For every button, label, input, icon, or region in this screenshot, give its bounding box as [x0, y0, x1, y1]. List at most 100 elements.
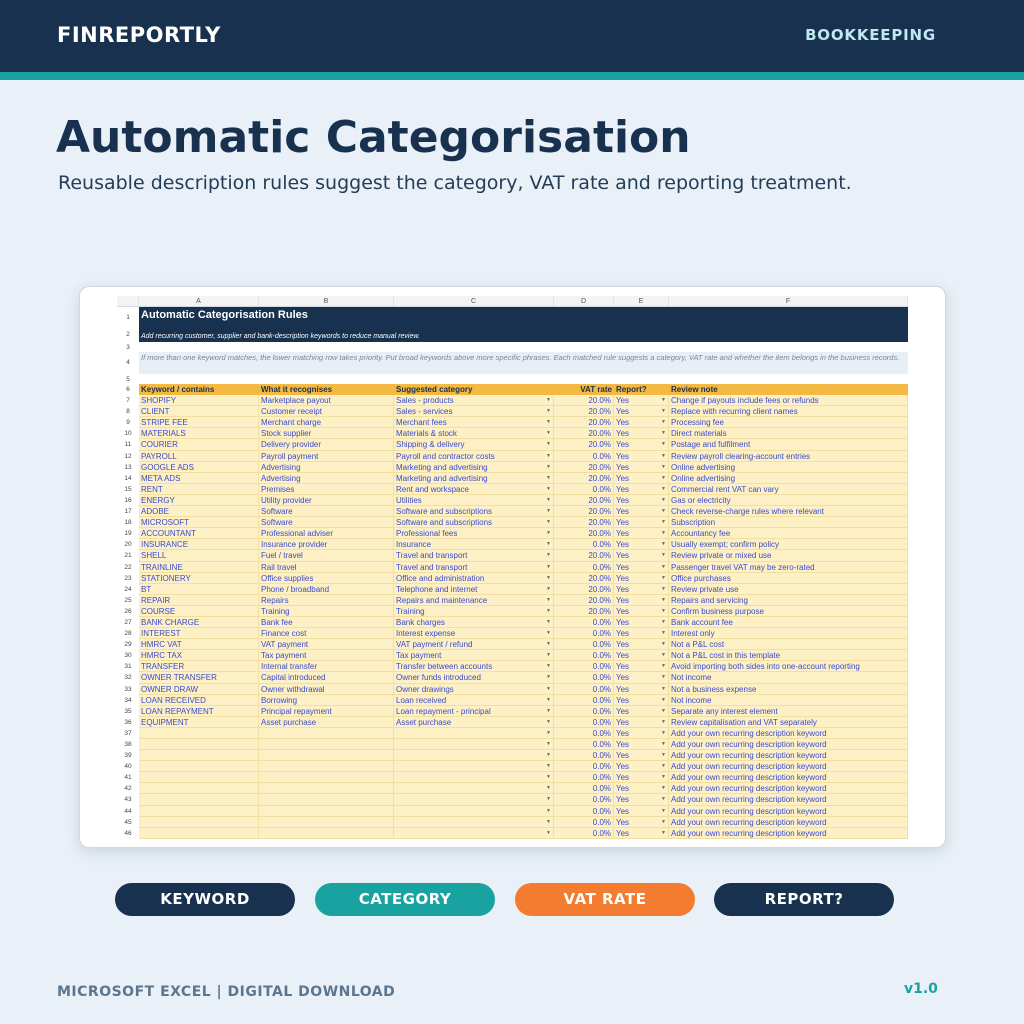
column-header-b[interactable]: B: [259, 296, 394, 306]
keyword-cell[interactable]: [139, 816, 259, 828]
recognises-cell[interactable]: Office supplies: [259, 572, 394, 584]
row-number[interactable]: 18: [117, 517, 139, 529]
review-note-cell[interactable]: Usually exempt; confirm policy: [669, 539, 908, 551]
report-cell[interactable]: Yes: [614, 761, 669, 773]
vat-rate-cell[interactable]: 20.0%: [554, 550, 614, 562]
recognises-cell[interactable]: [259, 805, 394, 817]
vat-rate-cell[interactable]: 0.0%: [554, 716, 614, 728]
keyword-cell[interactable]: BANK CHARGE: [139, 616, 259, 629]
row-number[interactable]: 12: [117, 450, 139, 462]
keyword-cell[interactable]: [139, 739, 259, 751]
row-number[interactable]: 37: [117, 727, 139, 739]
row-number[interactable]: 16: [117, 494, 139, 507]
report-cell[interactable]: Yes: [614, 494, 669, 507]
column-header-c[interactable]: C: [394, 296, 554, 306]
keyword-cell[interactable]: [139, 794, 259, 806]
report-cell[interactable]: Yes: [614, 639, 669, 651]
category-cell[interactable]: Software and subscriptions: [394, 517, 554, 529]
keyword-cell[interactable]: MATERIALS: [139, 428, 259, 440]
report-cell[interactable]: Yes: [614, 772, 669, 784]
row-number[interactable]: 42: [117, 783, 139, 795]
recognises-cell[interactable]: Bank fee: [259, 616, 394, 629]
recognises-cell[interactable]: Marketplace payout: [259, 395, 394, 407]
keyword-cell[interactable]: INTEREST: [139, 628, 259, 640]
row-number[interactable]: 29: [117, 639, 139, 651]
category-cell[interactable]: Loan received: [394, 694, 554, 706]
row-number[interactable]: 38: [117, 739, 139, 751]
recognises-cell[interactable]: Advertising: [259, 472, 394, 484]
keyword-cell[interactable]: COURIER: [139, 439, 259, 451]
vat-rate-cell[interactable]: 0.0%: [554, 761, 614, 773]
category-cell[interactable]: Interest expense: [394, 628, 554, 640]
review-note-cell[interactable]: Postage and fulfilment: [669, 439, 908, 451]
review-note-cell[interactable]: Not a business expense: [669, 683, 908, 695]
category-cell[interactable]: [394, 805, 554, 817]
recognises-cell[interactable]: [259, 794, 394, 806]
row-number[interactable]: 27: [117, 616, 139, 629]
keyword-cell[interactable]: [139, 805, 259, 817]
review-note-cell[interactable]: Replace with recurring client names: [669, 406, 908, 418]
row-number[interactable]: 4: [117, 352, 139, 374]
category-cell[interactable]: Training: [394, 605, 554, 617]
review-note-cell[interactable]: Add your own recurring description keywo…: [669, 761, 908, 773]
category-cell[interactable]: Repairs and maintenance: [394, 594, 554, 606]
review-note-cell[interactable]: Separate any interest element: [669, 705, 908, 717]
vat-rate-cell[interactable]: 20.0%: [554, 572, 614, 584]
category-cell[interactable]: Owner funds introduced: [394, 672, 554, 684]
report-cell[interactable]: Yes: [614, 550, 669, 562]
report-cell[interactable]: Yes: [614, 827, 669, 839]
keyword-cell[interactable]: PAYROLL: [139, 450, 259, 462]
keyword-cell[interactable]: TRAINLINE: [139, 561, 259, 573]
category-cell[interactable]: Marketing and advertising: [394, 472, 554, 484]
category-cell[interactable]: Asset purchase: [394, 716, 554, 728]
vat-rate-cell[interactable]: 0.0%: [554, 561, 614, 573]
review-note-cell[interactable]: Review capitalisation and VAT separately: [669, 716, 908, 728]
vat-rate-cell[interactable]: 20.0%: [554, 439, 614, 451]
row-number[interactable]: 22: [117, 561, 139, 573]
review-note-cell[interactable]: Add your own recurring description keywo…: [669, 727, 908, 739]
report-cell[interactable]: Yes: [614, 750, 669, 762]
row-number[interactable]: 33: [117, 683, 139, 695]
report-cell[interactable]: Yes: [614, 561, 669, 573]
vat-rate-cell[interactable]: 0.0%: [554, 805, 614, 817]
category-cell[interactable]: Utilities: [394, 494, 554, 507]
recognises-cell[interactable]: Owner withdrawal: [259, 683, 394, 695]
category-cell[interactable]: [394, 739, 554, 751]
report-cell[interactable]: Yes: [614, 794, 669, 806]
recognises-cell[interactable]: Insurance provider: [259, 539, 394, 551]
report-cell[interactable]: Yes: [614, 506, 669, 518]
review-note-cell[interactable]: Direct materials: [669, 428, 908, 440]
report-cell[interactable]: Yes: [614, 528, 669, 540]
keyword-cell[interactable]: [139, 727, 259, 739]
recognises-cell[interactable]: Professional adviser: [259, 528, 394, 540]
row-number[interactable]: 23: [117, 572, 139, 584]
category-cell[interactable]: Marketing and advertising: [394, 461, 554, 473]
report-cell[interactable]: Yes: [614, 672, 669, 684]
category-cell[interactable]: Shipping & delivery: [394, 439, 554, 451]
review-note-cell[interactable]: Bank account fee: [669, 616, 908, 629]
keyword-cell[interactable]: COURSE: [139, 605, 259, 617]
review-note-cell[interactable]: Online advertising: [669, 472, 908, 484]
category-cell[interactable]: [394, 727, 554, 739]
row-number[interactable]: 41: [117, 772, 139, 784]
report-cell[interactable]: Yes: [614, 517, 669, 529]
report-cell[interactable]: Yes: [614, 816, 669, 828]
category-cell[interactable]: Office and administration: [394, 572, 554, 584]
row-number[interactable]: 31: [117, 661, 139, 673]
row-number[interactable]: 30: [117, 650, 139, 662]
row-number[interactable]: 28: [117, 628, 139, 640]
recognises-cell[interactable]: Principal repayment: [259, 705, 394, 717]
row-number[interactable]: 21: [117, 550, 139, 562]
row-number[interactable]: 2: [117, 329, 139, 342]
keyword-cell[interactable]: [139, 827, 259, 839]
vat-rate-cell[interactable]: 0.0%: [554, 705, 614, 717]
category-cell[interactable]: Travel and transport: [394, 561, 554, 573]
category-cell[interactable]: VAT payment / refund: [394, 639, 554, 651]
row-number[interactable]: 5: [117, 374, 139, 384]
vat-rate-cell[interactable]: 0.0%: [554, 661, 614, 673]
category-cell[interactable]: Transfer between accounts: [394, 661, 554, 673]
review-note-cell[interactable]: Add your own recurring description keywo…: [669, 816, 908, 828]
recognises-cell[interactable]: Advertising: [259, 461, 394, 473]
review-note-cell[interactable]: Not a P&L cost in this template: [669, 650, 908, 662]
vat-rate-cell[interactable]: 0.0%: [554, 639, 614, 651]
